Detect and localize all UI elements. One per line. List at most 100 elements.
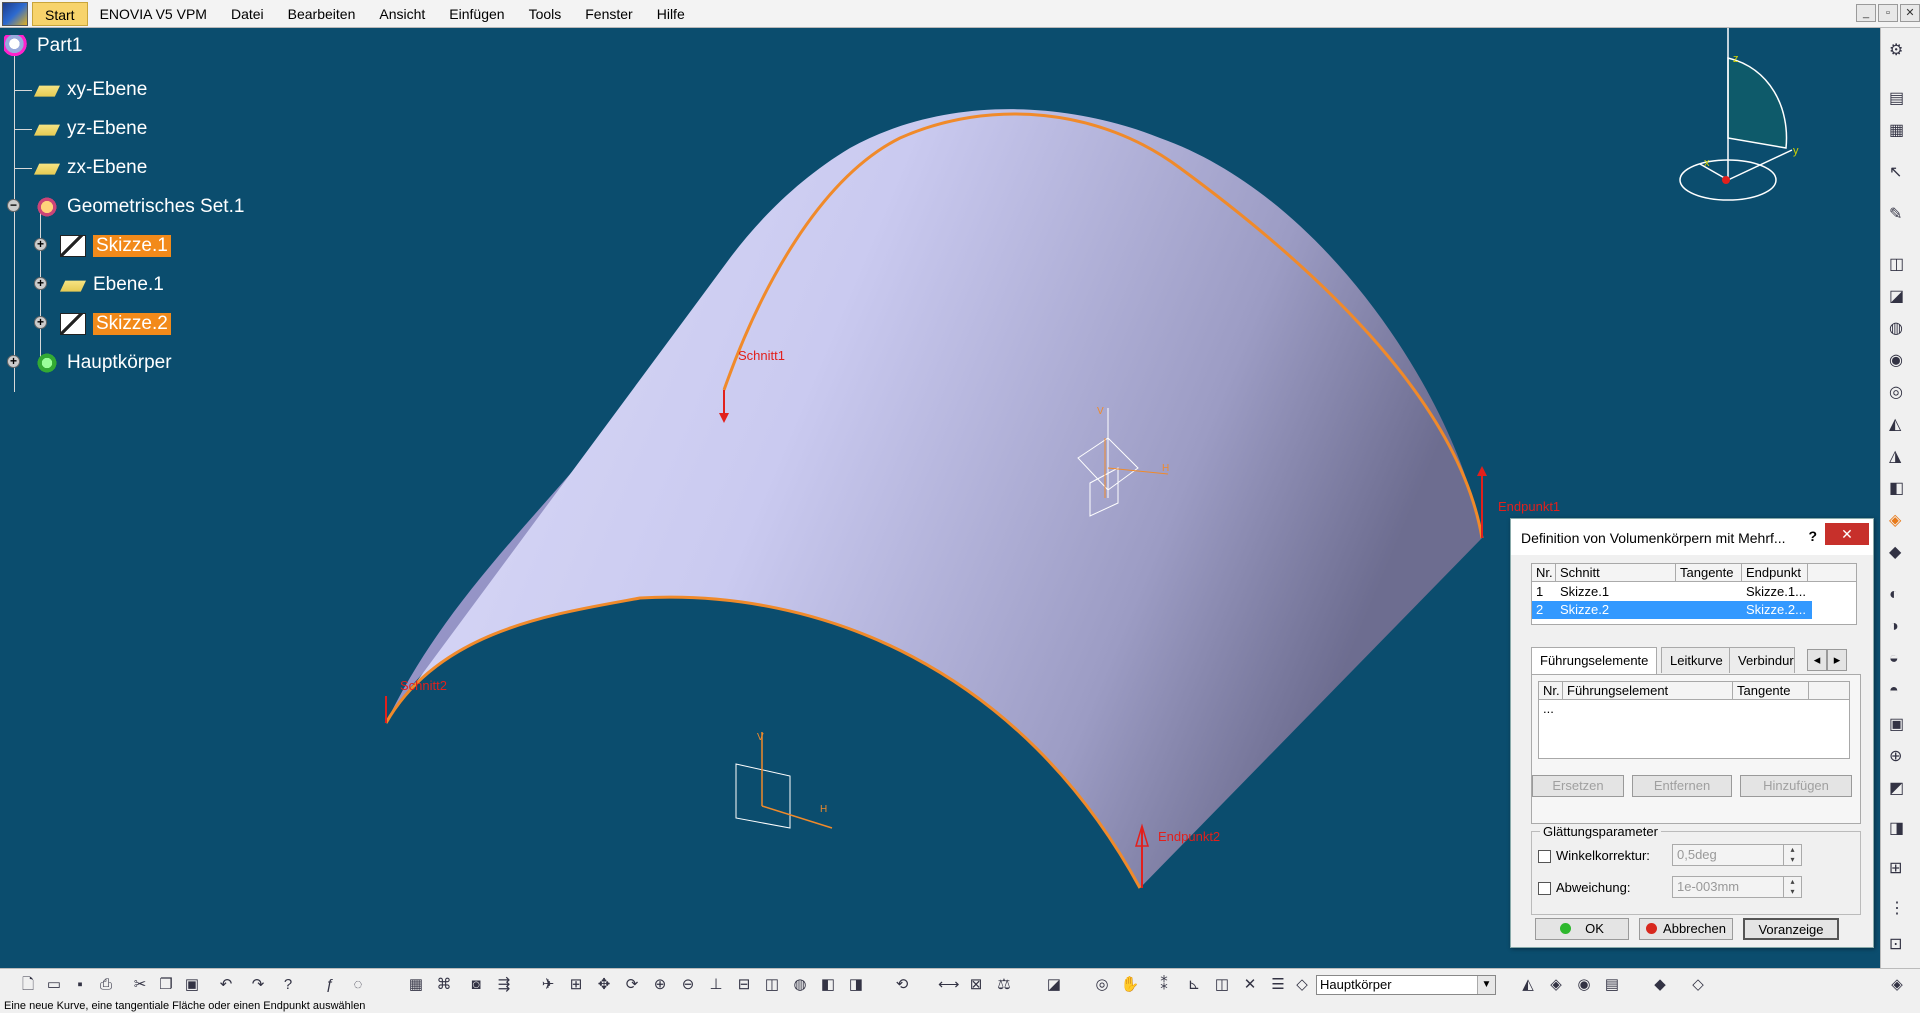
menu-datei[interactable]: Datei xyxy=(219,2,276,26)
undo-icon[interactable]: ↶ xyxy=(216,975,236,995)
vorschau-button[interactable]: Voranzeige xyxy=(1743,918,1839,940)
paste-icon[interactable]: ▣ xyxy=(182,975,202,995)
open-file-icon[interactable]: ▭ xyxy=(44,975,64,995)
hide-show-icon[interactable]: ◧ xyxy=(818,975,838,995)
table-icon[interactable]: ▦ xyxy=(406,975,426,995)
groove-icon[interactable]: ◎ xyxy=(1889,382,1913,404)
measure-item-icon[interactable]: ⊠ xyxy=(966,975,986,995)
hole-icon[interactable]: ◉ xyxy=(1889,350,1913,372)
winkelkorrektur-checkbox[interactable] xyxy=(1538,850,1551,863)
tab-verbindung[interactable]: Verbindur xyxy=(1729,647,1795,673)
sketcher-icon[interactable]: ▤ xyxy=(1889,88,1913,110)
help-icon[interactable]: ? xyxy=(1808,528,1817,544)
print-icon[interactable]: ⎙ xyxy=(96,975,116,995)
tab-fuehrungselemente[interactable]: Führungselemente xyxy=(1531,647,1658,675)
transform-icon[interactable]: ⊕ xyxy=(1889,746,1913,768)
grab-icon[interactable]: ✋ xyxy=(1120,975,1140,995)
save-icon[interactable]: ▪ xyxy=(70,975,90,995)
menu-tools[interactable]: Tools xyxy=(517,2,574,26)
tree-node-hauptkoerper[interactable]: Hauptkörper xyxy=(34,349,172,377)
menu-hilfe[interactable]: Hilfe xyxy=(645,2,697,26)
pan-icon[interactable]: ✥ xyxy=(594,975,614,995)
reorder-icon[interactable]: ◉ xyxy=(1574,975,1594,995)
knowledge-icon[interactable]: ⌘ xyxy=(434,975,454,995)
tab-leitkurve[interactable]: Leitkurve xyxy=(1661,647,1732,673)
work-object-icon[interactable]: ◫ xyxy=(1212,975,1232,995)
rib-icon[interactable]: ◭ xyxy=(1889,414,1913,436)
menu-start[interactable]: Start xyxy=(32,1,88,26)
redo-icon[interactable]: ↷ xyxy=(248,975,268,995)
spiral-icon[interactable]: ◎ xyxy=(1092,975,1112,995)
catalog-icon[interactable]: ◙ xyxy=(466,975,486,995)
measure-icon[interactable]: ⊞ xyxy=(1889,858,1913,880)
shading-icon[interactable]: ◍ xyxy=(790,975,810,995)
tree-node-geometrisches-set[interactable]: Geometrisches Set.1 xyxy=(34,193,244,221)
snap-icon[interactable]: ⁑ xyxy=(1154,975,1174,995)
close-window-button[interactable]: ✕ xyxy=(1900,4,1920,22)
table-row[interactable]: 1 Skizze.1 Skizze.1... xyxy=(1532,583,1812,601)
abweichung-checkbox[interactable] xyxy=(1538,882,1551,895)
chevron-down-icon[interactable]: ▼ xyxy=(1477,976,1495,994)
body-icon[interactable]: ◇ xyxy=(1292,975,1312,995)
abbrechen-button[interactable]: Abbrechen xyxy=(1639,918,1733,940)
tools-palette-icon[interactable]: ◇ xyxy=(1688,975,1708,995)
chamfer-icon[interactable]: ◑ xyxy=(1889,618,1913,640)
list-item[interactable]: ... xyxy=(1543,701,1743,719)
axis-system-icon[interactable]: ⊾ xyxy=(1184,975,1204,995)
multi-view-icon[interactable]: ⊟ xyxy=(734,975,754,995)
rotate-icon[interactable]: ⟳ xyxy=(622,975,642,995)
normal-view-icon[interactable]: ⊥ xyxy=(706,975,726,995)
guides-table[interactable]: Nr. Führungselement Tangente ... xyxy=(1538,681,1850,759)
settings-icon[interactable]: ⚙ xyxy=(1889,40,1913,62)
boolean-icon[interactable]: ◨ xyxy=(1889,818,1913,840)
dialog-close-button[interactable]: ✕ xyxy=(1825,523,1869,545)
zoom-in-icon[interactable]: ⊕ xyxy=(650,975,670,995)
shaft-icon[interactable]: ◍ xyxy=(1889,318,1913,340)
cut-icon[interactable]: ✂ xyxy=(130,975,150,995)
iso-view-icon[interactable]: ◫ xyxy=(762,975,782,995)
scan-icon[interactable]: ⇶ xyxy=(494,975,514,995)
spin-icon[interactable]: ▴ ▾ xyxy=(1783,877,1801,897)
thickness-icon[interactable]: ▣ xyxy=(1889,714,1913,736)
menu-ansicht[interactable]: Ansicht xyxy=(367,2,437,26)
specification-tree[interactable]: Part1 xy-Ebene yz-Ebene zx-Ebene − Geome… xyxy=(0,28,320,408)
whats-this-icon[interactable]: ? xyxy=(278,975,298,995)
menu-bearbeiten[interactable]: Bearbeiten xyxy=(276,2,368,26)
expand-skizze1-icon[interactable]: + xyxy=(34,238,47,251)
select-icon[interactable]: ↖ xyxy=(1889,162,1913,184)
current-body-select[interactable]: Hauptkörper ▼ xyxy=(1316,975,1496,995)
measure-between-icon[interactable]: ⟷ xyxy=(938,975,960,995)
stiffener-icon[interactable]: ◧ xyxy=(1889,478,1913,500)
comment-icon[interactable]: ◌ xyxy=(348,975,368,995)
tab-scroll-right-icon[interactable]: ▸ xyxy=(1827,649,1847,671)
formula-icon[interactable]: ƒ xyxy=(320,975,340,995)
tab-scroll-left-icon[interactable]: ◂ xyxy=(1807,649,1827,671)
capture-icon[interactable]: ◪ xyxy=(1044,975,1064,995)
swap-space-icon[interactable]: ◨ xyxy=(846,975,866,995)
tree-node-zx-ebene[interactable]: zx-Ebene xyxy=(34,154,147,182)
expand-ebene1-icon[interactable]: + xyxy=(34,277,47,290)
mass-icon[interactable]: ⚖ xyxy=(994,975,1014,995)
table-row-selected[interactable]: 2 Skizze.2 Skizze.2... xyxy=(1532,601,1812,619)
winkelkorrektur-field[interactable]: 0,5deg ▴ ▾ xyxy=(1672,844,1802,866)
tree-node-skizze2[interactable]: Skizze.2 xyxy=(60,310,171,338)
tree-node-ebene1[interactable]: Ebene.1 xyxy=(60,271,164,299)
spin-icon[interactable]: ▴ ▾ xyxy=(1783,845,1801,865)
fit-all-icon[interactable]: ⊡ xyxy=(1889,934,1913,956)
entfernen-button[interactable]: Entfernen xyxy=(1632,775,1732,797)
analysis-icon[interactable]: ✕ xyxy=(1240,975,1260,995)
ok-button[interactable]: OK xyxy=(1535,918,1629,940)
zoom-out-icon[interactable]: ⊖ xyxy=(678,975,698,995)
restore-button[interactable]: ▫ xyxy=(1878,4,1898,22)
mirror-icon[interactable]: ◩ xyxy=(1889,778,1913,800)
fly-icon[interactable]: ✈ xyxy=(538,975,558,995)
copy-icon[interactable]: ❐ xyxy=(156,975,176,995)
insert-set-icon[interactable]: ◈ xyxy=(1546,975,1566,995)
menu-einfuegen[interactable]: Einfügen xyxy=(437,2,516,26)
dialog-titlebar[interactable]: Definition von Volumenkörpern mit Mehrf.… xyxy=(1511,519,1873,555)
menu-fenster[interactable]: Fenster xyxy=(573,2,644,26)
tree-node-yz-ebene[interactable]: yz-Ebene xyxy=(34,115,147,143)
shell-icon[interactable]: ◓ xyxy=(1889,682,1913,704)
tree-node-xy-ebene[interactable]: xy-Ebene xyxy=(34,76,147,104)
fillet-icon[interactable]: ◐ xyxy=(1889,586,1913,608)
